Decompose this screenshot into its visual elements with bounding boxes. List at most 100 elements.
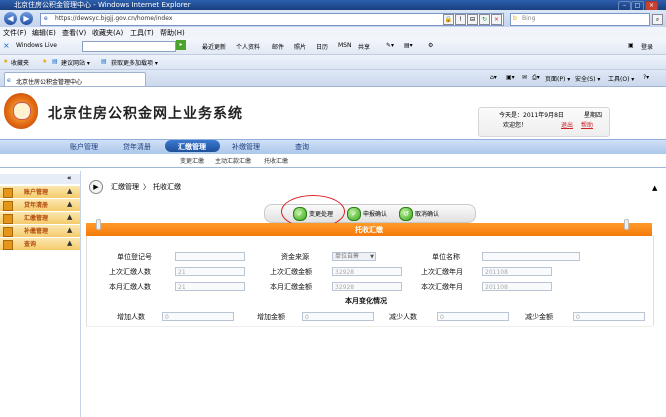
section-title-bar: 托收汇缴 <box>86 219 652 236</box>
feeds-icon[interactable]: ▣▾ <box>506 74 515 81</box>
nav-supplement[interactable]: 补缴管理 <box>232 142 260 152</box>
menu-favorites[interactable]: 收藏夹(A) <box>92 28 123 38</box>
sidebar-collapse-icon[interactable]: « <box>67 174 72 182</box>
form-divider <box>86 326 652 327</box>
favorites-label[interactable]: 收藏夹 <box>11 58 29 67</box>
certificate-icon[interactable]: ! <box>455 14 466 25</box>
toolbar-menu-icon[interactable]: ▤▾ <box>404 42 413 49</box>
check-icon: ✓ <box>347 207 361 221</box>
reduce-amount-field[interactable]: 0 <box>573 312 645 321</box>
subnav-collection[interactable]: 托收汇缴 <box>264 156 288 165</box>
subnav-active-remit[interactable]: 主动汇款汇缴 <box>215 156 251 165</box>
tools-menu[interactable]: 工具(O) ▾ <box>608 74 634 83</box>
this-amount-field[interactable]: 32928 <box>332 282 402 291</box>
window-title-bar: 北京住房公积金管理中心 - Windows Internet Explorer … <box>0 0 666 11</box>
menu-file[interactable]: 文件(F) <box>3 28 27 38</box>
add-count-field[interactable]: 0 <box>162 312 234 321</box>
this-month-field[interactable]: 201108 <box>482 282 552 291</box>
sub-nav: 变更汇缴 主动汇款汇缴 托收汇缴 <box>0 154 666 168</box>
nav-annual[interactable]: 贷年清册 <box>123 142 151 152</box>
signin-link[interactable]: 登录 <box>641 42 653 51</box>
label-unit-name: 单位名称 <box>432 253 460 261</box>
menu-view[interactable]: 查看(V) <box>62 28 86 38</box>
unit-name-field[interactable] <box>482 252 580 261</box>
toolbar-mail[interactable]: 邮件 <box>272 42 284 51</box>
label-last-amount: 上次汇缴金额 <box>270 268 312 276</box>
date-text: 今天是：2011年9月8日 <box>499 112 564 119</box>
fund-source-select[interactable]: 单位自筹 ▼ <box>332 252 376 261</box>
compatibility-icon[interactable]: ⊟ <box>467 14 478 25</box>
reduce-count-field[interactable]: 0 <box>437 312 509 321</box>
scroll-up-icon[interactable]: ▲ <box>652 184 657 192</box>
cancel-icon: ↺ <box>399 207 413 221</box>
sidebar-item-query[interactable]: 查询 ▲ <box>0 238 80 251</box>
print-icon[interactable]: ⎙▾ <box>532 74 540 82</box>
toolbar-share[interactable]: 共享 <box>358 42 370 51</box>
get-addons-link[interactable]: 获取更多加载项 ▾ <box>111 58 158 67</box>
last-month-field[interactable]: 201108 <box>482 267 552 276</box>
site-header: 北京住房公积金网上业务系统 今天是：2011年9月8日 星期四 欢迎您！ 退出 … <box>0 87 666 137</box>
refresh-icon[interactable]: ↻ <box>479 14 490 25</box>
help-link[interactable]: 帮助 <box>581 120 593 129</box>
menu-edit[interactable]: 编辑(E) <box>32 28 56 38</box>
sidebar-item-supplement[interactable]: 补缴管理 ▲ <box>0 225 80 238</box>
sidebar-item-annual[interactable]: 贷年清册 ▲ <box>0 199 80 212</box>
nav-remit-active[interactable]: 汇缴管理 <box>165 140 220 152</box>
page-menu[interactable]: 页面(P) ▾ <box>545 74 570 83</box>
this-count-field[interactable]: 21 <box>175 282 245 291</box>
breadcrumb-separator: 〉 <box>143 183 150 191</box>
home-icon[interactable]: ⌂▾ <box>490 74 497 81</box>
toolbar-calendar[interactable]: 日历 <box>316 42 328 51</box>
toolbar-tools-icon[interactable]: ⚙ <box>428 42 433 49</box>
toolbar-photos[interactable]: 照片 <box>294 42 306 51</box>
weekday-text: 星期四 <box>584 112 603 119</box>
live-search-go-icon[interactable]: ▸ <box>176 40 186 50</box>
label-this-month: 本次汇缴年月 <box>421 283 463 291</box>
search-input[interactable]: b Bing <box>510 13 650 26</box>
mail-icon[interactable]: ✉ <box>522 74 527 81</box>
folder-icon <box>3 201 13 211</box>
apply-confirm-label: 申报确认 <box>363 211 388 218</box>
favorites-star-icon[interactable]: ★ <box>3 58 8 65</box>
label-this-amount: 本月汇缴金额 <box>270 283 312 291</box>
label-last-month: 上次汇缴年月 <box>421 268 463 276</box>
remit-form: 单位登记号 资金来源 单位自筹 ▼ 单位名称 上次汇缴人数 21 上次汇缴金额 3… <box>86 236 654 326</box>
safety-menu[interactable]: 安全(S) ▾ <box>575 74 600 83</box>
back-button[interactable]: ◀ <box>4 12 17 25</box>
add-favorite-icon[interactable]: ★ <box>42 58 47 65</box>
toolbar-pencil-icon[interactable]: ✎▾ <box>386 42 394 49</box>
sidebar-item-remit[interactable]: 汇缴管理 ▲ <box>0 212 80 225</box>
menu-tools[interactable]: 工具(T) <box>130 28 154 38</box>
toolbar-recent[interactable]: 最近更新 <box>202 42 226 51</box>
close-toolbar-icon[interactable]: × <box>3 41 10 50</box>
breadcrumb-parent[interactable]: 汇缴管理 <box>111 182 139 192</box>
logout-link[interactable]: 退出 <box>561 120 573 129</box>
label-reduce-amount: 减少金额 <box>525 313 553 321</box>
toolbar-msn[interactable]: MSN <box>338 42 351 49</box>
last-amount-field[interactable]: 32928 <box>332 267 402 276</box>
browser-tab[interactable]: e 北京住房公积金管理中心 <box>4 72 146 86</box>
subnav-change[interactable]: 变更汇缴 <box>180 156 204 165</box>
last-count-field[interactable]: 21 <box>175 267 245 276</box>
chevron-up-icon: ▲ <box>67 239 73 247</box>
window-title: 北京住房公积金管理中心 - Windows Internet Explorer <box>14 1 191 9</box>
toolbar-signin-icon[interactable]: ▣ <box>628 42 634 49</box>
unit-reg-no-field[interactable] <box>175 252 245 261</box>
sidebar-item-label: 补缴管理 <box>24 228 49 235</box>
welcome-text: 欢迎您！ <box>503 122 528 129</box>
help-icon[interactable]: ?▾ <box>643 74 649 81</box>
address-field[interactable]: e https://dewsyc.bjgjj.gov.cn/home/index… <box>40 13 504 26</box>
toolbar-profile[interactable]: 个人资料 <box>236 42 260 51</box>
play-icon[interactable]: ▶ <box>89 180 103 194</box>
live-search-input[interactable] <box>82 41 176 52</box>
sidebar-item-account[interactable]: 账户管理 ▲ <box>0 186 80 199</box>
nav-account[interactable]: 账户管理 <box>70 142 98 152</box>
stop-icon[interactable]: × <box>491 14 502 25</box>
nav-query[interactable]: 查询 <box>295 142 309 152</box>
suggested-sites-link[interactable]: 建议网站 ▾ <box>61 58 90 67</box>
search-icon[interactable]: ⌕ <box>652 14 663 25</box>
forward-button[interactable]: ▶ <box>20 12 33 25</box>
add-amount-field[interactable]: 0 <box>302 312 374 321</box>
lock-icon[interactable]: 🔒 <box>443 14 454 25</box>
menu-help[interactable]: 帮助(H) <box>160 28 185 38</box>
